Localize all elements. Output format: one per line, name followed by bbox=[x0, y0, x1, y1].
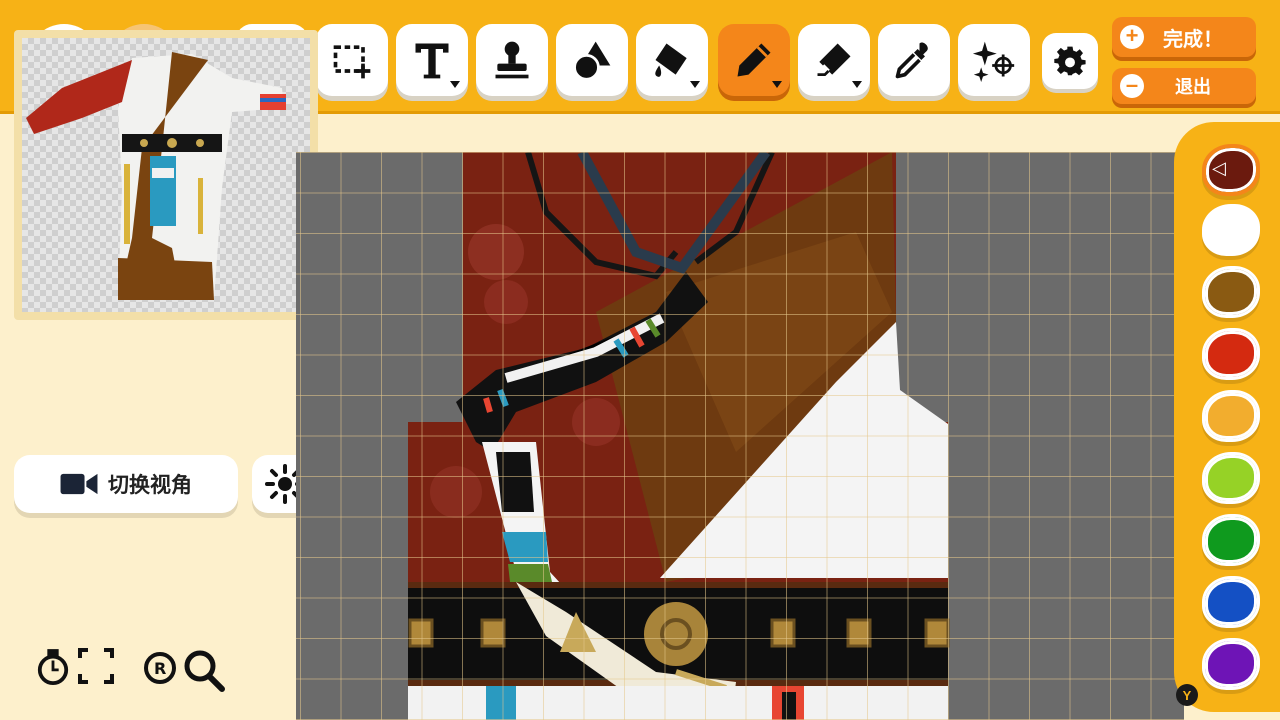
done-button[interactable]: + 完成！ bbox=[1112, 17, 1256, 57]
color-swatch-orange[interactable] bbox=[1202, 390, 1260, 442]
color-swatch-lime[interactable] bbox=[1202, 452, 1260, 504]
zoom-r-magnifier-icon: R bbox=[144, 650, 225, 692]
submenu-caret bbox=[690, 81, 700, 88]
exit-label: 退出 bbox=[1175, 77, 1211, 97]
color-swatch-white[interactable] bbox=[1202, 204, 1260, 256]
color-swatch-brown[interactable] bbox=[1202, 266, 1260, 318]
shape-tool[interactable] bbox=[556, 24, 628, 96]
eraser-tool[interactable] bbox=[798, 24, 870, 96]
y-button-tag: Y bbox=[1176, 684, 1198, 706]
pencil-icon bbox=[737, 43, 771, 77]
submenu-caret bbox=[772, 81, 782, 88]
eyedropper-icon bbox=[895, 42, 928, 79]
select-tool[interactable] bbox=[316, 24, 388, 96]
marquee-select-icon bbox=[333, 45, 371, 79]
switch-view-label: 切换视角 bbox=[108, 474, 192, 497]
minus-icon: – bbox=[1120, 74, 1144, 98]
outfit-preview-image bbox=[26, 52, 286, 300]
color-swatch-green[interactable] bbox=[1202, 514, 1260, 566]
svg-text:R: R bbox=[154, 659, 166, 678]
eyedropper-tool[interactable] bbox=[878, 24, 950, 96]
effects-tool[interactable] bbox=[958, 24, 1030, 96]
camera-icon bbox=[60, 473, 98, 495]
exit-button[interactable]: – 退出 bbox=[1112, 68, 1256, 104]
stamp-tool[interactable] bbox=[476, 24, 548, 96]
fill-tool[interactable] bbox=[636, 24, 708, 96]
pixel-grid bbox=[296, 152, 1184, 720]
color-swatch-purple[interactable] bbox=[1202, 638, 1260, 690]
color-swatch-blue[interactable] bbox=[1202, 576, 1260, 628]
stamp-icon bbox=[495, 41, 529, 79]
gear-icon bbox=[1054, 46, 1086, 76]
settings-button[interactable] bbox=[1042, 33, 1098, 89]
paint-bucket-icon bbox=[655, 43, 687, 77]
back-triangle-icon: ◁ bbox=[1212, 158, 1226, 178]
clock-l-icon bbox=[37, 649, 69, 685]
preview-canvas bbox=[22, 38, 310, 312]
color-swatch-red[interactable] bbox=[1202, 328, 1260, 380]
text-tool[interactable] bbox=[396, 24, 468, 96]
drawing-canvas[interactable] bbox=[296, 152, 1184, 720]
pen-tool[interactable] bbox=[718, 24, 790, 96]
plus-icon: + bbox=[1120, 25, 1144, 49]
outfit-preview[interactable] bbox=[14, 30, 318, 320]
done-label: 完成！ bbox=[1163, 28, 1223, 51]
zoom-control[interactable]: R bbox=[140, 648, 226, 697]
eraser-icon bbox=[817, 43, 851, 77]
submenu-caret bbox=[852, 81, 862, 88]
submenu-caret bbox=[450, 81, 460, 88]
fullscreen-control[interactable] bbox=[78, 648, 114, 689]
sparkle-target-icon bbox=[972, 41, 1015, 82]
text-t-icon bbox=[415, 43, 449, 79]
color-swatch-selected[interactable]: ◁ bbox=[1202, 144, 1260, 196]
switch-view-button[interactable]: 切换视角 bbox=[14, 455, 238, 513]
timelapse-control[interactable] bbox=[36, 648, 70, 693]
fullscreen-icon bbox=[78, 648, 114, 684]
shapes-icon bbox=[573, 41, 611, 81]
